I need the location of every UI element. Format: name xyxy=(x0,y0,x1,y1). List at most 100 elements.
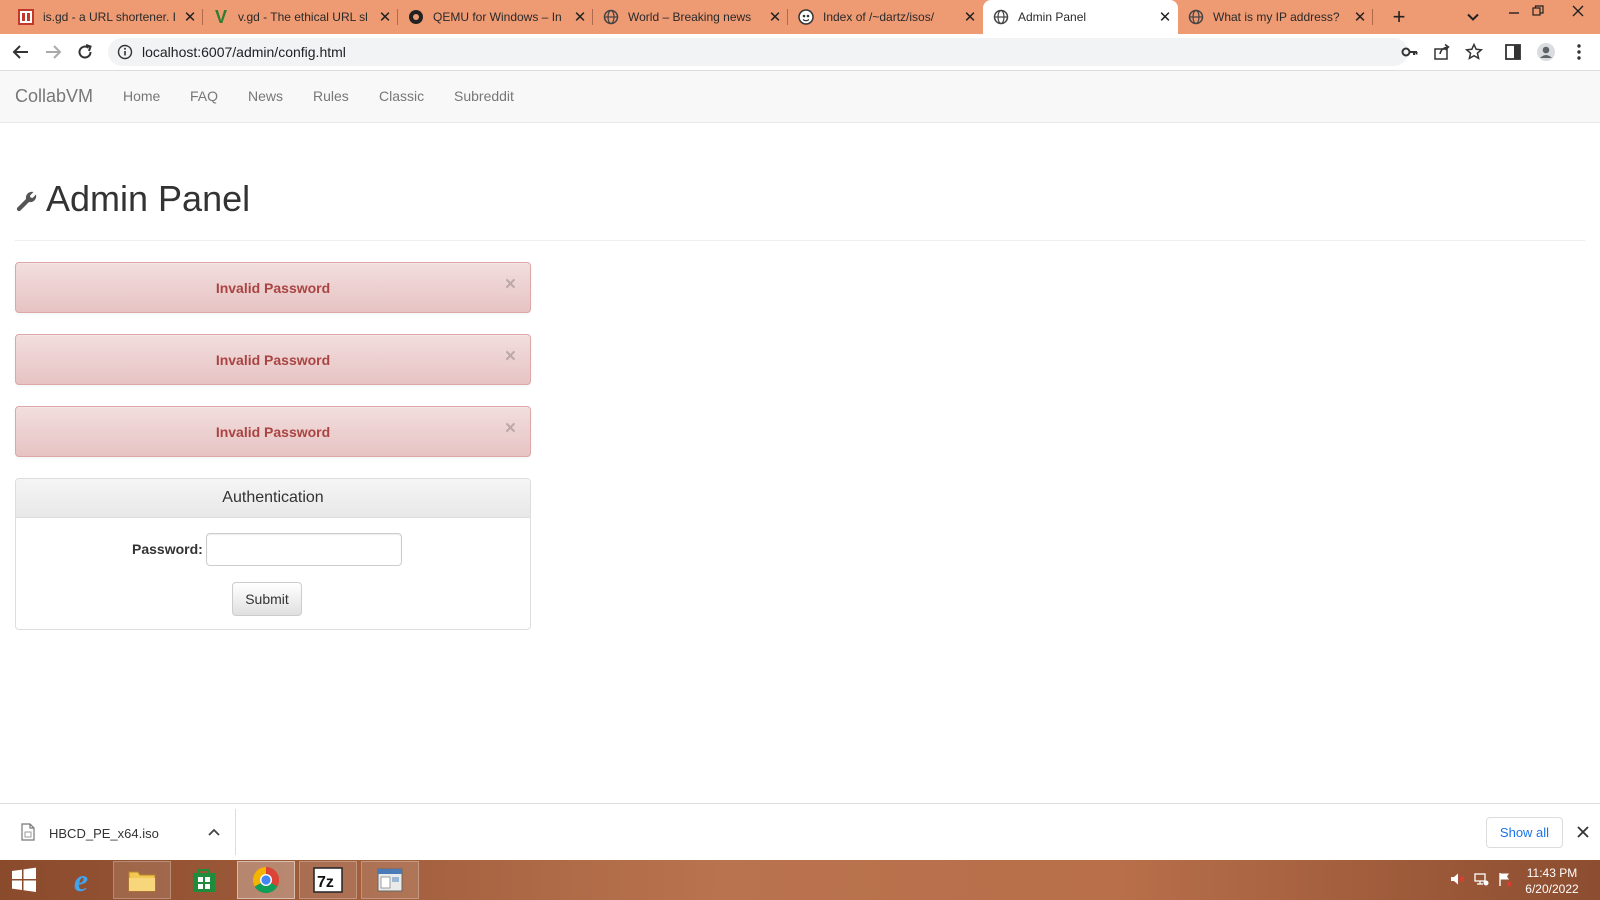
password-label: Password: xyxy=(132,541,203,557)
7zip-icon: 7z xyxy=(313,867,343,893)
windows-taskbar: e 7z 11:43 PM 6/20/2022 xyxy=(0,860,1600,900)
error-alert: Invalid Password × xyxy=(15,334,531,385)
back-arrow-icon[interactable] xyxy=(10,41,32,63)
close-tab-icon[interactable]: ✕ xyxy=(1156,8,1174,26)
tab-search-chevron-icon[interactable] xyxy=(1462,6,1484,28)
profile-avatar-icon[interactable] xyxy=(1535,41,1557,63)
nav-link-rules[interactable]: Rules xyxy=(313,88,349,104)
alert-message: Invalid Password xyxy=(215,424,331,440)
store-bag-icon xyxy=(193,869,215,892)
address-bar[interactable]: localhost:6007/admin/config.html xyxy=(108,38,1408,66)
forward-arrow-icon[interactable] xyxy=(42,41,64,63)
error-alert: Invalid Password × xyxy=(15,262,531,313)
alert-close-icon[interactable]: × xyxy=(505,419,516,438)
page-title: Admin Panel xyxy=(46,178,251,219)
new-tab-button[interactable]: + xyxy=(1386,4,1412,30)
tab-title: What is my IP address? xyxy=(1213,10,1340,24)
chrome-icon xyxy=(252,866,280,894)
app-taskbar-button[interactable] xyxy=(361,861,419,899)
password-input[interactable] xyxy=(206,533,402,566)
alert-message: Invalid Password xyxy=(215,280,331,296)
isgd-icon xyxy=(18,9,34,25)
store-taskbar-button[interactable] xyxy=(175,861,233,899)
tab-index-isos[interactable]: Index of /~dartz/isos/ ✕ xyxy=(788,0,983,34)
clock-date: 6/20/2022 xyxy=(1525,882,1579,896)
tab-world-news[interactable]: World – Breaking news ✕ xyxy=(593,0,788,34)
download-shelf: HBCD_PE_x64.iso Show all xyxy=(0,803,1600,861)
internet-explorer-icon: e xyxy=(73,861,89,898)
tab-qemu[interactable]: QEMU for Windows – In ✕ xyxy=(398,0,593,34)
tab-title: QEMU for Windows – In xyxy=(433,10,562,24)
nav-link-faq[interactable]: FAQ xyxy=(190,88,218,104)
page-header: Admin Panel xyxy=(15,178,1585,241)
menu-kebab-icon[interactable] xyxy=(1568,41,1590,63)
authentication-panel: Authentication Password: Submit xyxy=(15,478,531,630)
tab-title: Admin Panel xyxy=(1018,10,1087,24)
globe-icon xyxy=(1188,9,1204,25)
folder-icon xyxy=(128,871,156,892)
tab-what-is-my-ip[interactable]: What is my IP address? ✕ xyxy=(1178,0,1373,34)
system-clock[interactable]: 11:43 PM 6/20/2022 xyxy=(1512,865,1592,897)
close-icon[interactable] xyxy=(1572,821,1594,843)
file-icon xyxy=(21,823,35,841)
vgd-icon: V xyxy=(214,6,227,27)
close-tab-icon[interactable]: ✕ xyxy=(1351,8,1369,26)
tab-vgd[interactable]: V v.gd - The ethical URL sl ✕ xyxy=(203,0,398,34)
alert-close-icon[interactable]: × xyxy=(505,347,516,366)
chrome-taskbar-button[interactable] xyxy=(237,861,295,899)
download-file-name[interactable]: HBCD_PE_x64.iso xyxy=(49,826,159,841)
url-text: localhost:6007/admin/config.html xyxy=(142,44,346,60)
window-app-icon xyxy=(377,868,403,892)
7zip-taskbar-button[interactable]: 7z xyxy=(299,861,357,899)
tab-title: World – Breaking news xyxy=(628,10,752,24)
site-info-icon[interactable] xyxy=(116,43,134,61)
share-icon[interactable] xyxy=(1431,41,1453,63)
submit-button[interactable]: Submit xyxy=(232,582,302,616)
tab-admin-panel[interactable]: Admin Panel ✕ xyxy=(983,0,1178,34)
browser-toolbar: localhost:6007/admin/config.html xyxy=(0,34,1600,71)
show-all-button[interactable]: Show all xyxy=(1486,817,1563,848)
tab-separator xyxy=(1372,9,1373,25)
close-tab-icon[interactable]: ✕ xyxy=(571,8,589,26)
svg-text:7z: 7z xyxy=(317,874,334,891)
key-icon[interactable] xyxy=(1399,41,1421,63)
bookmark-star-icon[interactable] xyxy=(1463,41,1485,63)
wrench-icon xyxy=(16,191,37,212)
tab-title: is.gd - a URL shortener. I xyxy=(43,10,176,24)
tab-isgd[interactable]: is.gd - a URL shortener. I ✕ xyxy=(8,0,203,34)
shelf-divider xyxy=(235,809,236,855)
nav-link-news[interactable]: News xyxy=(248,88,283,104)
nav-link-home[interactable]: Home xyxy=(123,88,160,104)
start-button[interactable] xyxy=(2,861,46,899)
chevron-up-icon[interactable] xyxy=(204,822,224,842)
tab-title: v.gd - The ethical URL sl xyxy=(238,10,368,24)
side-panel-icon[interactable] xyxy=(1502,41,1524,63)
volume-muted-icon[interactable] xyxy=(1448,870,1466,888)
close-window-icon[interactable] xyxy=(1564,0,1592,22)
alert-close-icon[interactable]: × xyxy=(505,275,516,294)
browser-tab-strip: is.gd - a URL shortener. I ✕ V v.gd - Th… xyxy=(0,0,1600,34)
nav-link-classic[interactable]: Classic xyxy=(379,88,424,104)
qemu-icon xyxy=(408,9,424,25)
index-icon xyxy=(798,9,814,25)
alert-message: Invalid Password xyxy=(215,352,331,368)
file-explorer-taskbar-button[interactable] xyxy=(113,861,171,899)
globe-icon xyxy=(993,9,1009,25)
tab-title: Index of /~dartz/isos/ xyxy=(823,10,935,24)
close-tab-icon[interactable]: ✕ xyxy=(961,8,979,26)
clock-time: 11:43 PM xyxy=(1526,866,1578,880)
internet-explorer-taskbar-button[interactable]: e xyxy=(52,861,110,899)
panel-title: Authentication xyxy=(222,489,324,506)
network-icon[interactable] xyxy=(1472,870,1490,888)
windows-logo-icon xyxy=(12,867,36,892)
site-navbar: CollabVM Home FAQ News Rules Classic Sub… xyxy=(0,71,1600,123)
nav-link-subreddit[interactable]: Subreddit xyxy=(454,88,514,104)
close-tab-icon[interactable]: ✕ xyxy=(376,8,394,26)
error-alert: Invalid Password × xyxy=(15,406,531,457)
globe-icon xyxy=(603,9,619,25)
restore-window-icon[interactable] xyxy=(1524,0,1552,22)
close-tab-icon[interactable]: ✕ xyxy=(181,8,199,26)
reload-icon[interactable] xyxy=(74,41,96,63)
close-tab-icon[interactable]: ✕ xyxy=(766,8,784,26)
brand-link[interactable]: CollabVM xyxy=(15,86,93,107)
